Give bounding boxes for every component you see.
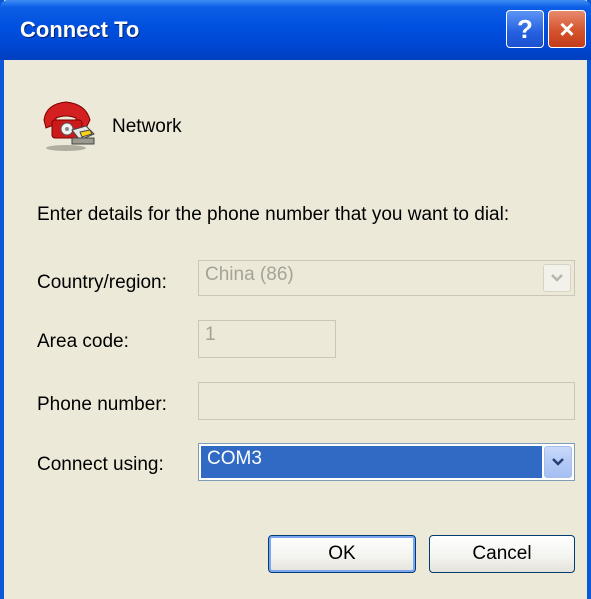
help-button[interactable]: ?	[506, 10, 544, 48]
country-select[interactable]: China (86)	[198, 260, 575, 296]
help-icon: ?	[517, 13, 533, 44]
close-icon: ×	[559, 13, 575, 44]
area-code-value: 1	[205, 324, 216, 345]
connect-using-label: Connect using:	[37, 454, 164, 475]
connect-using-dropdown-button[interactable]	[544, 446, 572, 478]
country-value: China (86)	[205, 264, 294, 285]
instructions-text: Enter details for the phone number that …	[37, 204, 510, 225]
area-code-label: Area code:	[37, 331, 129, 352]
connect-using-value: COM3	[201, 446, 542, 478]
country-label: Country/region:	[37, 272, 167, 293]
chevron-down-icon	[551, 274, 563, 282]
phone-icon	[43, 101, 95, 151]
connect-to-dialog: Connect To ? × Network Enter details for…	[0, 0, 591, 599]
close-button[interactable]: ×	[548, 10, 586, 48]
connect-using-select[interactable]: COM3	[198, 443, 575, 481]
chevron-down-icon	[552, 458, 564, 466]
country-dropdown-button[interactable]	[543, 264, 571, 292]
title-bar[interactable]: Connect To ? ×	[0, 0, 591, 60]
area-code-input[interactable]: 1	[198, 320, 336, 358]
connection-name: Network	[112, 116, 182, 137]
cancel-button[interactable]: Cancel	[429, 535, 575, 573]
ok-button[interactable]: OK	[268, 535, 416, 573]
phone-number-input[interactable]	[198, 382, 575, 420]
window-title: Connect To	[20, 17, 140, 42]
phone-number-label: Phone number:	[37, 394, 167, 415]
